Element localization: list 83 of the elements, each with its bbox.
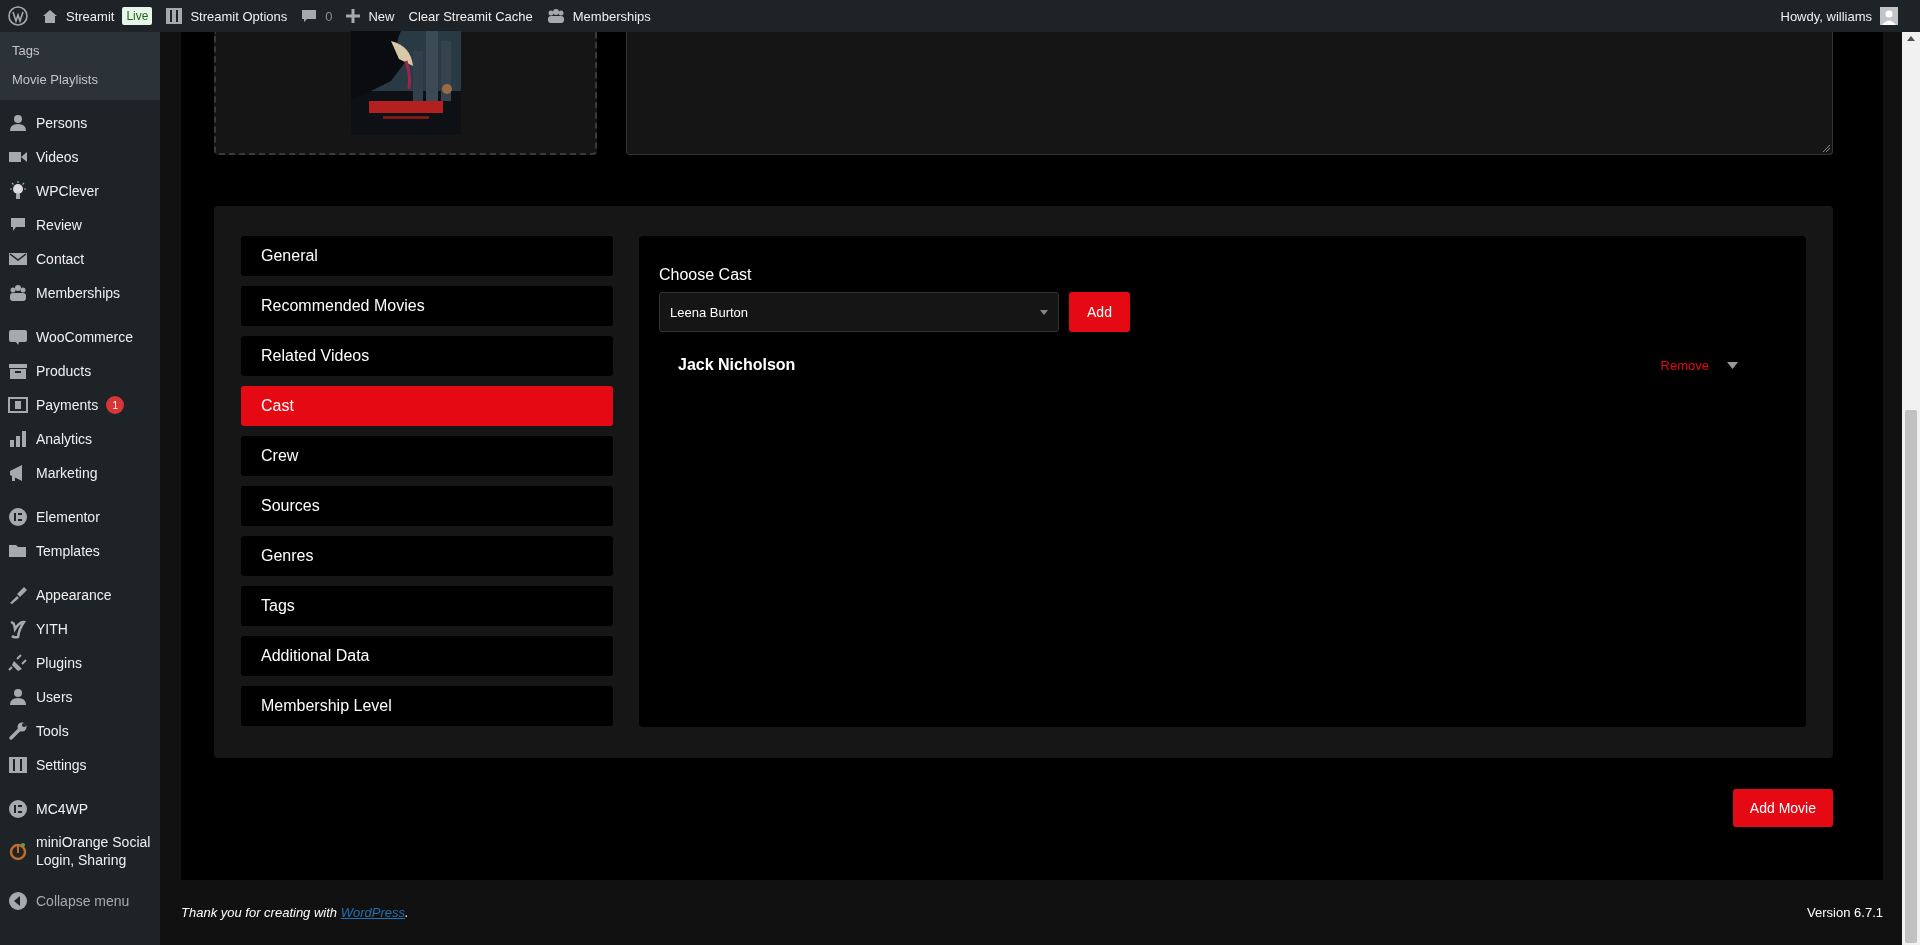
round-logo-icon (8, 799, 28, 819)
footer-text: Thank you for creating with WordPress. (181, 905, 409, 920)
sidebar-item[interactable]: MC4WP (36, 800, 89, 818)
version-text: Version 6.7.1 (1807, 905, 1883, 920)
cast-select[interactable]: Leena Burton (659, 292, 1059, 332)
site-link[interactable]: Streamit (42, 8, 115, 24)
sidebar-item[interactable]: WooCommerce (36, 328, 133, 346)
sliders-icon (8, 755, 28, 775)
tab[interactable]: Cast (241, 386, 613, 426)
sidebar-item[interactable]: Users (36, 688, 73, 706)
sidebar-item[interactable]: Persons (36, 114, 88, 132)
scrollbar[interactable] (1902, 32, 1920, 945)
scroll-up-icon[interactable] (1907, 36, 1915, 41)
sidebar-item[interactable]: Appearance (36, 586, 112, 604)
sidebar-item[interactable]: Analytics (36, 430, 93, 448)
home-icon (42, 8, 58, 24)
tab[interactable]: Recommended Movies (241, 286, 613, 326)
plug-icon (8, 653, 28, 673)
person-icon (8, 113, 28, 133)
scrollbar-thumb[interactable] (1905, 410, 1917, 943)
curly-logo-icon (8, 619, 28, 639)
wordpress-link[interactable]: WordPress (340, 905, 405, 920)
memberships-link[interactable]: Memberships (546, 8, 651, 24)
sidebar-item[interactable]: Tools (36, 722, 69, 740)
sidebar-item[interactable]: Marketing (36, 464, 98, 482)
avatar-icon (1880, 7, 1898, 25)
tab[interactable]: Sources (241, 486, 613, 526)
wordpress-logo-icon[interactable] (8, 6, 28, 26)
caret-icon (1040, 309, 1048, 315)
sidebar-item[interactable]: Templates (36, 542, 100, 560)
sidebar-item[interactable]: Review (36, 216, 82, 234)
add-button[interactable]: Add (1069, 292, 1130, 332)
caret-icon[interactable] (1727, 361, 1738, 369)
plus-icon (346, 9, 361, 23)
power-ring-icon (8, 841, 28, 861)
comments-link[interactable]: 0 (301, 8, 333, 24)
account-link[interactable]: Howdy, williams (1780, 7, 1898, 25)
dollar-note-icon (8, 395, 28, 415)
speech-bubble-icon (301, 8, 318, 24)
people-icon (546, 8, 565, 24)
sidebar-item[interactable]: Settings (36, 756, 87, 774)
submenu-item[interactable]: Movie Playlists (0, 65, 160, 94)
add-movie-button[interactable]: Add Movie (1732, 789, 1833, 827)
sidebar-item[interactable]: Plugins (36, 654, 82, 672)
cast-name: Jack Nicholson (678, 356, 797, 374)
count-badge: 1 (106, 396, 125, 414)
bar-chart-icon (8, 429, 28, 449)
wrench-icon (8, 721, 28, 741)
sidebar-item[interactable]: Videos (36, 148, 79, 166)
tab[interactable]: Additional Data (241, 636, 613, 676)
collapse-icon[interactable] (8, 891, 28, 911)
tab[interactable]: Crew (241, 436, 613, 476)
tab[interactable]: Membership Level (241, 686, 613, 726)
sidebar-item[interactable]: YITH (36, 620, 68, 638)
speech-tag-icon (8, 327, 28, 347)
lightbulb-icon (8, 181, 28, 201)
field-label: Choose Cast (659, 266, 752, 284)
live-badge: Live (122, 7, 153, 25)
collapse-menu-link[interactable]: Collapse menu (36, 892, 130, 910)
remove-link[interactable]: Remove (1660, 357, 1709, 373)
resize-handle-icon[interactable] (1822, 144, 1830, 152)
people-icon (8, 283, 28, 303)
image-dropzone[interactable] (214, 32, 597, 155)
sidebar-item[interactable]: WPClever (36, 182, 99, 200)
paintbrush-icon (8, 585, 28, 605)
sidebar-item[interactable]: miniOrange Social Login, Sharing (36, 833, 152, 869)
person-icon (8, 687, 28, 707)
sidebar-item[interactable]: Memberships (36, 284, 121, 302)
sliders-icon (166, 8, 183, 24)
round-logo-icon (8, 507, 28, 527)
clear-cache-link[interactable]: Clear Streamit Cache (408, 8, 533, 24)
sidebar-item[interactable]: Payments (36, 396, 99, 414)
tab[interactable]: Tags (241, 586, 613, 626)
sidebar-item[interactable]: Contact (36, 250, 85, 268)
archive-box-icon (8, 361, 28, 381)
new-link[interactable]: New (346, 8, 395, 24)
sidebar-item[interactable]: Products (36, 362, 92, 380)
tab[interactable]: Genres (241, 536, 613, 576)
tab[interactable]: Related Videos (241, 336, 613, 376)
sidebar-item[interactable]: Elementor (36, 508, 100, 526)
tab[interactable]: General (241, 236, 613, 276)
submenu-item[interactable]: Tags (0, 36, 160, 65)
options-link[interactable]: Streamit Options (166, 8, 288, 24)
